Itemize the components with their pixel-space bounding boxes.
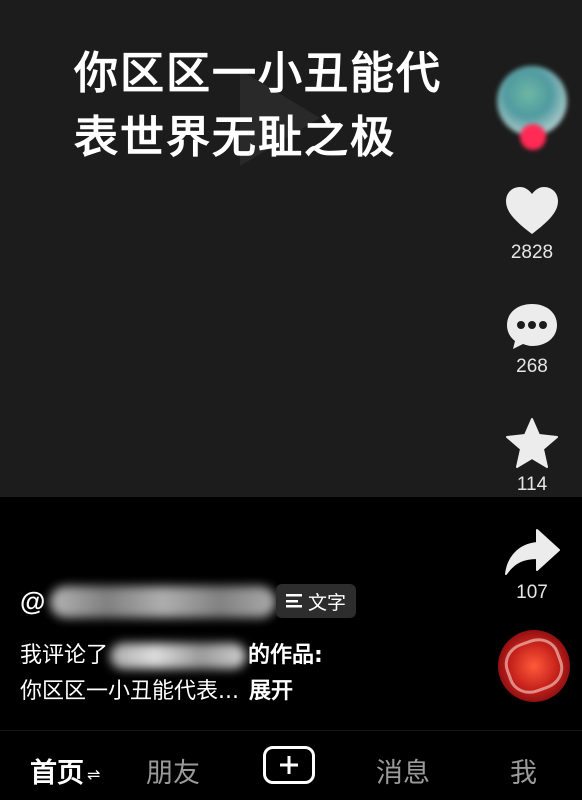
share-count: 107 (516, 582, 548, 603)
tab-home-label: 首页 (30, 758, 84, 789)
mention-redacted (110, 643, 247, 669)
tab-me[interactable]: 我 (510, 751, 537, 790)
expand-link[interactable]: 展开 (249, 679, 293, 704)
caption-line-2: 你区区一小丑能代表... 展开 (20, 674, 480, 710)
overlay-line-1: 你区区一小丑能代 (74, 48, 442, 99)
caption-suffix: 的作品: (248, 643, 323, 668)
text-mode-button[interactable]: 文字 (276, 584, 357, 618)
bottom-tab-bar: 首页 ⇌ 朋友 消息 我 (0, 730, 582, 800)
star-icon (506, 418, 558, 468)
refresh-icon: ⇌ (87, 765, 101, 784)
like-button[interactable]: 2828 (482, 186, 582, 264)
action-rail: 2828 268 114 107 (482, 0, 582, 720)
tab-messages[interactable]: 消息 (376, 751, 430, 790)
follow-button[interactable] (520, 124, 546, 150)
author-name-redacted (50, 586, 276, 618)
lines-icon (286, 594, 302, 608)
overlay-line-2: 表世界无耻之极 (74, 112, 396, 163)
author-row: @ 文字 (20, 582, 480, 624)
caption-prefix: 我评论了 (20, 643, 109, 668)
caption-line-1: 我评论了 的作品: (20, 638, 480, 674)
tab-friends[interactable]: 朋友 (146, 751, 200, 790)
text-mode-label: 文字 (308, 591, 347, 614)
video-overlay-text: 你区区一小丑能代 表世界无耻之极 (74, 42, 494, 170)
comment-count: 268 (516, 356, 548, 377)
create-post-button[interactable] (263, 746, 315, 784)
share-button[interactable]: 107 (482, 528, 582, 604)
heart-icon (506, 187, 558, 234)
comment-button[interactable]: 268 (482, 302, 582, 378)
favorite-count: 114 (516, 474, 548, 495)
favorite-button[interactable]: 114 (482, 418, 582, 496)
caption-text: 你区区一小丑能代表... (20, 679, 239, 704)
author-name[interactable]: @ (20, 586, 45, 617)
comment-icon (507, 304, 557, 349)
share-icon (505, 529, 560, 575)
tab-home[interactable]: 首页 ⇌ (30, 751, 100, 790)
video-caption: @ 文字 我评论了 的作品: 你区区一小丑能代表... 展开 (20, 582, 480, 710)
music-disc[interactable] (498, 630, 570, 702)
like-count: 2828 (510, 242, 554, 263)
